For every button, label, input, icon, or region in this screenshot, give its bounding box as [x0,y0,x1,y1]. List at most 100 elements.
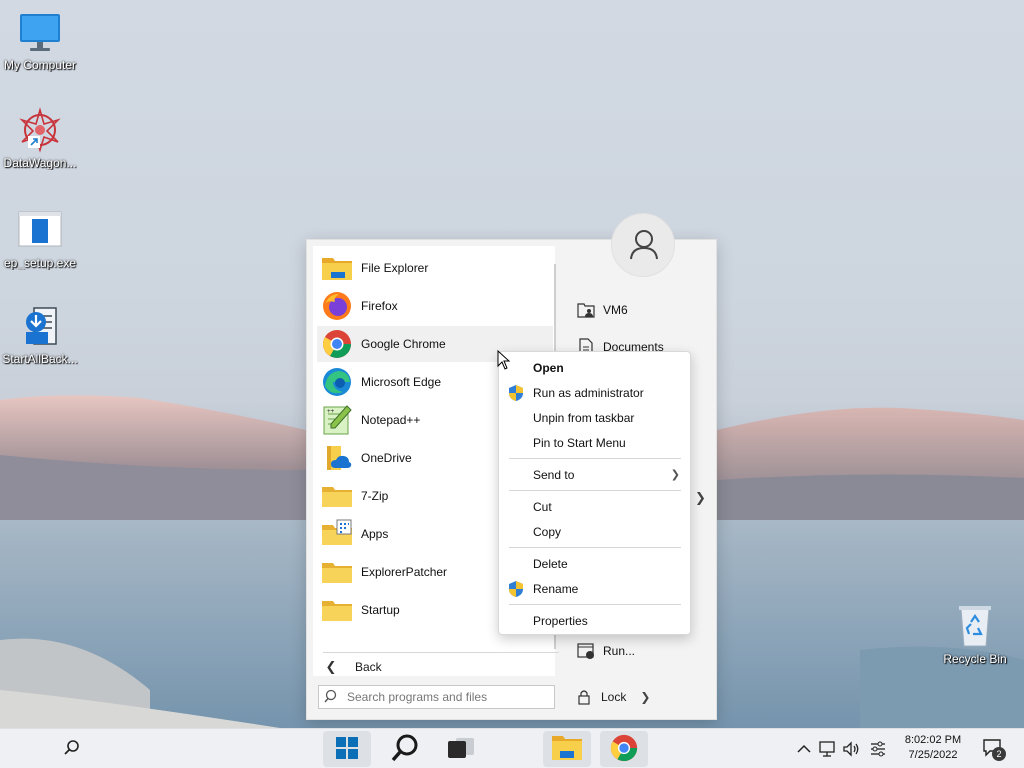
notification-center-button[interactable]: 2 [982,738,1010,761]
edge-icon [321,366,353,398]
network-icon[interactable] [817,739,837,759]
program-label: Firefox [361,299,398,313]
ctx-item-label: Open [533,361,564,375]
back-label: Back [355,660,382,674]
taskbar-search-magnifier[interactable] [381,731,429,767]
shield-icon [507,384,525,402]
ctx-item-rename[interactable]: Rename [503,577,688,601]
desktop-icon-ep-setup[interactable]: ep_setup.exe [0,206,80,270]
user-folder-icon [575,299,597,321]
desktop-icon-label: Recycle Bin [943,652,1007,666]
svg-text:++: ++ [327,408,335,415]
chevron-right-icon[interactable]: ❯ [640,690,650,704]
volume-icon[interactable] [841,739,861,759]
installer-icon [16,206,64,254]
back-button[interactable]: ❮ Back [319,654,559,680]
desktop-icon-startallback[interactable]: StartAllBack... [0,302,80,366]
program-label: Microsoft Edge [361,375,442,389]
task-view-icon [446,735,476,764]
recycle-bin-icon [951,602,999,650]
taskbar-file-explorer[interactable] [543,731,591,767]
chrome-icon [609,733,639,766]
program-item-file-explorer[interactable]: File Explorer [317,250,553,286]
datawagon-icon [16,106,64,154]
divider [509,604,681,605]
ctx-item-label: Copy [533,525,562,539]
search-icon [319,686,343,708]
program-label: File Explorer [361,261,429,275]
ctx-item-cut[interactable]: Cut [503,495,688,519]
right-item-run[interactable]: Run... [571,637,711,665]
lock-button[interactable]: Lock ❯ [575,684,650,710]
firefox-icon [321,290,353,322]
folder-icon [321,556,353,588]
chevron-up-icon[interactable] [794,739,814,759]
desktop-icon-label: My Computer [3,58,77,72]
run-icon [575,640,597,662]
program-label: Startup [361,603,400,617]
desktop-icon-label: DataWagon... [3,156,77,170]
chevron-right-icon[interactable]: ❯ [695,490,706,506]
folder-icon [321,480,353,512]
lock-label: Lock [601,690,627,704]
desktop-icon-my-computer[interactable]: My Computer [0,8,80,72]
task-view-button[interactable] [437,731,485,767]
mouse-cursor-icon [497,349,511,370]
ctx-item-unpin-taskbar[interactable]: Unpin from taskbar [503,406,688,430]
ctx-item-open[interactable]: Open [503,356,688,380]
search-box[interactable] [318,685,555,709]
program-label: ExplorerPatcher [361,565,448,579]
right-item-label: VM6 [603,303,628,317]
monitor-icon [16,8,64,56]
file-explorer-icon [551,734,583,765]
divider [509,547,681,548]
taskbar-search-button[interactable] [48,731,96,767]
ctx-item-label: Pin to Start Menu [533,436,626,450]
desktop-icon-recycle-bin[interactable]: Recycle Bin [935,602,1015,666]
ctx-item-label: Send to [533,468,575,482]
folder-icon [321,594,353,626]
ctx-item-label: Delete [533,557,568,571]
shield-icon [507,580,525,598]
ctx-item-label: Cut [533,500,552,514]
program-item-firefox[interactable]: Firefox [317,288,553,324]
divider [323,652,559,653]
folder-apps-icon [321,518,353,550]
system-clock[interactable]: 8:02:02 PM 7/25/2022 [892,733,974,763]
search-icon [62,738,82,761]
right-item-vm6[interactable]: VM6 [571,296,711,324]
ctx-item-pin-start[interactable]: Pin to Start Menu [503,431,688,455]
program-label: 7-Zip [361,489,389,503]
ctx-item-delete[interactable]: Delete [503,552,688,576]
taskbar-chrome[interactable] [600,731,648,767]
chevron-left-icon: ❮ [325,659,337,674]
start-button[interactable] [323,731,371,767]
desktop-icon-label: StartAllBack... [2,352,78,366]
desktop-icon-datawagon[interactable]: DataWagon... [0,106,80,170]
divider [509,490,681,491]
user-avatar[interactable] [611,213,675,277]
ctx-item-label: Run as administrator [533,386,644,400]
ctx-item-label: Rename [533,582,579,596]
onedrive-icon [321,442,353,474]
ctx-item-copy[interactable]: Copy [503,520,688,544]
notepadpp-icon: ++ [321,404,353,436]
right-item-label: Run... [603,644,636,658]
program-label: OneDrive [361,451,412,465]
search-input[interactable] [347,690,547,704]
notification-count-badge: 2 [992,747,1006,761]
settings-sliders-icon[interactable] [868,739,888,759]
ctx-item-label: Properties [533,614,588,628]
ctx-item-run-as-admin[interactable]: Run as administrator [503,381,688,405]
folder-explorer-icon [321,252,353,284]
program-label: Apps [361,527,389,541]
taskbar: 8:02:02 PM 7/25/2022 2 [0,728,1024,768]
divider [509,458,681,459]
context-menu: Open Run as administrator Unpin from tas… [498,351,691,635]
start-icon [335,736,359,763]
clock-date: 7/25/2022 [908,749,958,761]
program-label: Google Chrome [361,337,446,351]
ctx-item-properties[interactable]: Properties [503,609,688,633]
ctx-item-send-to[interactable]: Send to ❯ [503,463,688,487]
ctx-item-label: Unpin from taskbar [533,411,635,425]
